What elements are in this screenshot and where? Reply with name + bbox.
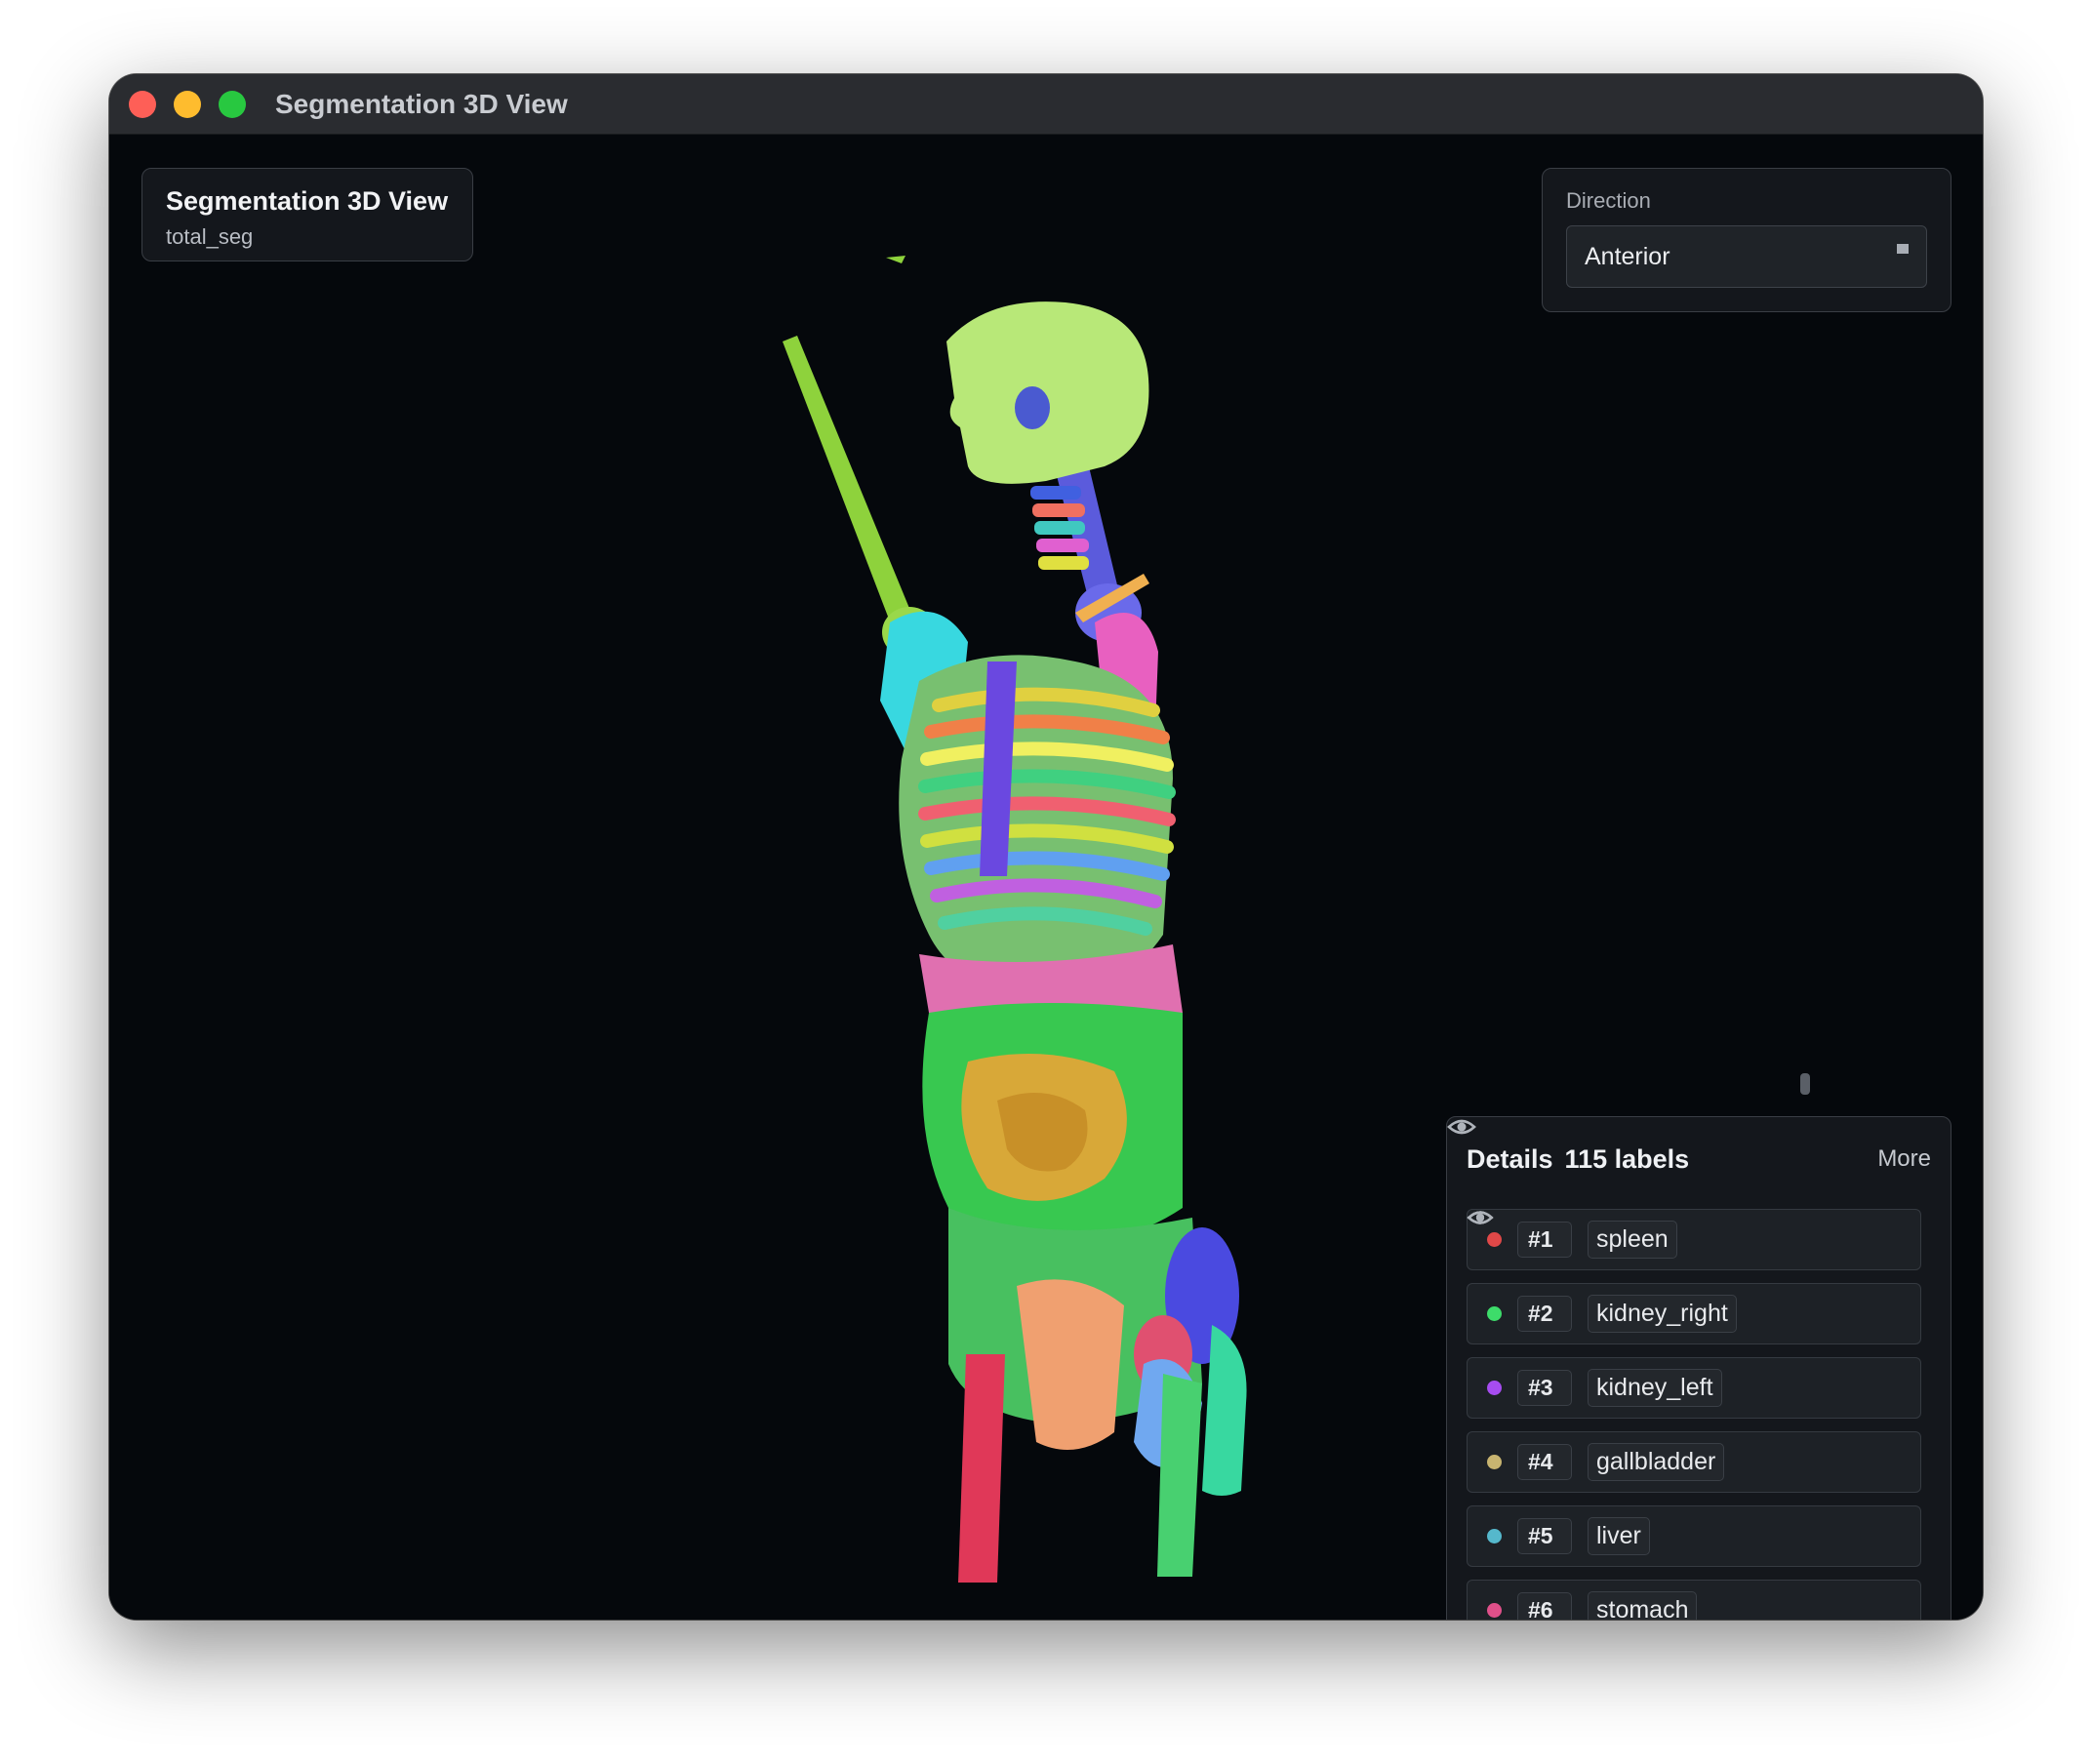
label-index: #6 bbox=[1517, 1592, 1572, 1620]
more-button[interactable]: More bbox=[1877, 1145, 1931, 1173]
app-window: Segmentation 3D View Segmentation 3D Vie… bbox=[109, 74, 1983, 1620]
label-color-swatch bbox=[1487, 1603, 1502, 1618]
label-color-swatch bbox=[1487, 1381, 1502, 1395]
label-index: #1 bbox=[1517, 1222, 1572, 1258]
label-color-swatch bbox=[1487, 1455, 1502, 1469]
label-row-spleen[interactable]: #1 spleen bbox=[1467, 1209, 1921, 1270]
label-color-swatch bbox=[1487, 1232, 1502, 1247]
label-row-kidney-left[interactable]: #3 kidney_left bbox=[1467, 1211, 1921, 1419]
direction-select[interactable]: Anterior bbox=[1566, 225, 1927, 288]
direction-value: Anterior bbox=[1585, 242, 1670, 270]
details-panel: Details 115 labels More #1 spleen #2 kid… bbox=[1446, 1116, 1951, 1620]
label-row-stomach[interactable]: #6 stomach bbox=[1467, 1211, 1921, 1620]
details-header: Details 115 labels More bbox=[1447, 1119, 1931, 1183]
label-name: stomach bbox=[1588, 1591, 1698, 1620]
3d-viewport[interactable]: Segmentation 3D View total_seg Direction… bbox=[109, 135, 1983, 1620]
close-window-button[interactable] bbox=[129, 90, 156, 118]
window-title: Segmentation 3D View bbox=[275, 88, 568, 119]
title-bar: Segmentation 3D View bbox=[109, 74, 1983, 135]
details-title: Details bbox=[1467, 1143, 1553, 1174]
minimize-window-button[interactable] bbox=[174, 90, 201, 118]
dataset-name: total_seg bbox=[166, 224, 254, 249]
label-name: gallbladder bbox=[1588, 1443, 1725, 1481]
label-name: liver bbox=[1588, 1517, 1650, 1555]
direction-panel: Direction Anterior bbox=[1542, 168, 1951, 312]
label-index: #4 bbox=[1517, 1444, 1572, 1480]
label-color-swatch bbox=[1487, 1306, 1502, 1321]
window-controls bbox=[129, 90, 246, 118]
label-count: 115 labels bbox=[1564, 1143, 1690, 1174]
label-color-swatch bbox=[1487, 1529, 1502, 1544]
label-list[interactable]: #1 spleen #2 kidney_right #3 kidney_left bbox=[1467, 1209, 1921, 1620]
dropdown-indicator-icon bbox=[1897, 244, 1909, 254]
label-list-scrollbar[interactable] bbox=[1800, 1073, 1810, 1524]
label-index: #3 bbox=[1517, 1370, 1572, 1406]
scrollbar-thumb[interactable] bbox=[1800, 1073, 1810, 1095]
view-title-panel: Segmentation 3D View total_seg bbox=[141, 168, 473, 261]
label-name: kidney_right bbox=[1588, 1295, 1737, 1333]
label-row-kidney-right[interactable]: #2 kidney_right bbox=[1467, 1211, 1921, 1344]
label-name: spleen bbox=[1588, 1221, 1677, 1259]
label-name: kidney_left bbox=[1588, 1369, 1722, 1407]
label-index: #2 bbox=[1517, 1296, 1572, 1332]
view-title: Segmentation 3D View bbox=[166, 186, 449, 216]
label-row-liver[interactable]: #5 liver bbox=[1467, 1211, 1921, 1567]
direction-label: Direction bbox=[1566, 188, 1651, 213]
label-row-gallbladder[interactable]: #4 gallbladder bbox=[1467, 1211, 1921, 1493]
label-index: #5 bbox=[1517, 1518, 1572, 1554]
maximize-window-button[interactable] bbox=[219, 90, 246, 118]
